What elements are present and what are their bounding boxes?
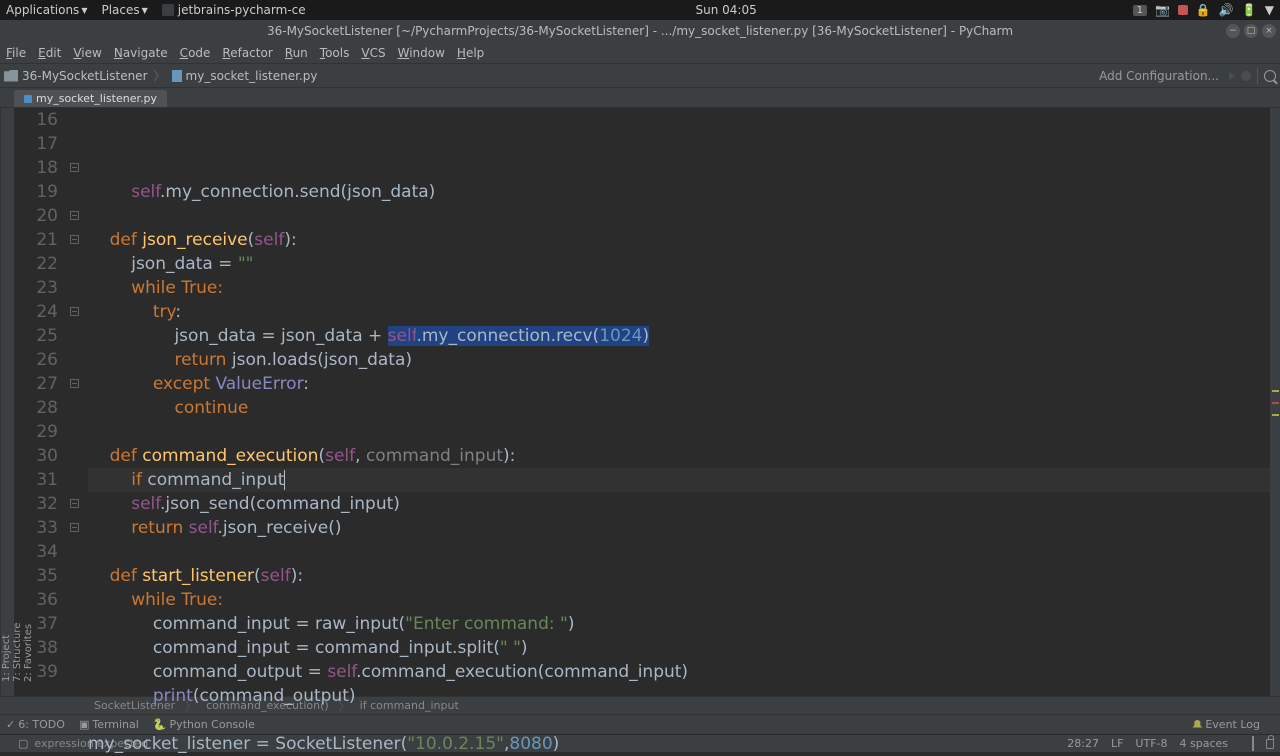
- gnome-topbar: Applications▼ Places▼ jetbrains-pycharm-…: [0, 0, 1280, 20]
- power-icon[interactable]: ▼: [1265, 3, 1274, 17]
- lock-icon[interactable]: [1266, 739, 1274, 749]
- menu-run[interactable]: Run: [285, 46, 308, 60]
- menu-tools[interactable]: Tools: [320, 46, 350, 60]
- line-number-gutter[interactable]: 1617181920212223242526272829303132333435…: [14, 108, 68, 696]
- nav-toolbar: 36-MySocketListener 〉 my_socket_listener…: [0, 64, 1280, 88]
- network-icon[interactable]: 🔒: [1196, 3, 1211, 17]
- error-stripe[interactable]: [1270, 108, 1280, 696]
- window-title: 36-MySocketListener [~/PycharmProjects/3…: [267, 24, 1013, 38]
- menu-navigate[interactable]: Navigate: [114, 46, 168, 60]
- tab-my-socket-listener[interactable]: my_socket_listener.py: [14, 90, 167, 107]
- window-titlebar: 36-MySocketListener [~/PycharmProjects/3…: [0, 20, 1280, 42]
- status-box-icon[interactable]: ▢: [18, 737, 28, 750]
- maximize-button[interactable]: □: [1244, 24, 1258, 38]
- editor-tabs: my_socket_listener.py: [0, 88, 1280, 108]
- volume-icon[interactable]: 🔊: [1219, 3, 1234, 17]
- breadcrumb-file[interactable]: my_socket_listener.py: [186, 69, 318, 83]
- breadcrumb-project[interactable]: 36-MySocketListener: [22, 69, 148, 83]
- menu-file[interactable]: File: [6, 46, 26, 60]
- menu-edit[interactable]: Edit: [38, 46, 61, 60]
- applications-menu[interactable]: Applications▼: [6, 3, 87, 17]
- ide-menubar: File Edit View Navigate Code Refactor Run Tools…: [0, 42, 1280, 64]
- menu-window[interactable]: Window: [398, 46, 445, 60]
- record-icon[interactable]: [1178, 5, 1188, 15]
- menu-code[interactable]: Code: [180, 46, 211, 60]
- menu-help[interactable]: Help: [457, 46, 484, 60]
- notification-badge[interactable]: 1: [1133, 5, 1147, 16]
- menu-view[interactable]: View: [73, 46, 101, 60]
- python-file-icon: [24, 95, 32, 103]
- clock[interactable]: Sun 04:05: [320, 3, 1133, 17]
- code-area[interactable]: self.my_connection.send(json_data) def j…: [88, 108, 1280, 696]
- app-indicator[interactable]: jetbrains-pycharm-ce: [162, 3, 306, 17]
- fold-column[interactable]: [68, 108, 88, 696]
- run-button[interactable]: [1229, 72, 1235, 80]
- battery-icon[interactable]: 🔋: [1242, 3, 1257, 17]
- search-everywhere-icon[interactable]: [1264, 70, 1276, 82]
- add-configuration-button[interactable]: Add Configuration...: [1099, 69, 1219, 83]
- menu-vcs[interactable]: VCS: [361, 46, 385, 60]
- close-button[interactable]: ×: [1262, 24, 1276, 38]
- menu-refactor[interactable]: Refactor: [222, 46, 272, 60]
- tab-label: my_socket_listener.py: [36, 92, 157, 105]
- code-editor[interactable]: 1617181920212223242526272829303132333435…: [14, 108, 1280, 696]
- debug-button[interactable]: [1241, 71, 1251, 81]
- left-tool-stripe[interactable]: 1: Project 7: Structure 2: Favorites: [0, 108, 14, 696]
- camera-icon[interactable]: 📷: [1155, 3, 1170, 17]
- folder-icon: [4, 70, 18, 82]
- python-file-icon: [172, 70, 182, 82]
- places-menu[interactable]: Places▼: [101, 3, 147, 17]
- minimize-button[interactable]: −: [1226, 24, 1240, 38]
